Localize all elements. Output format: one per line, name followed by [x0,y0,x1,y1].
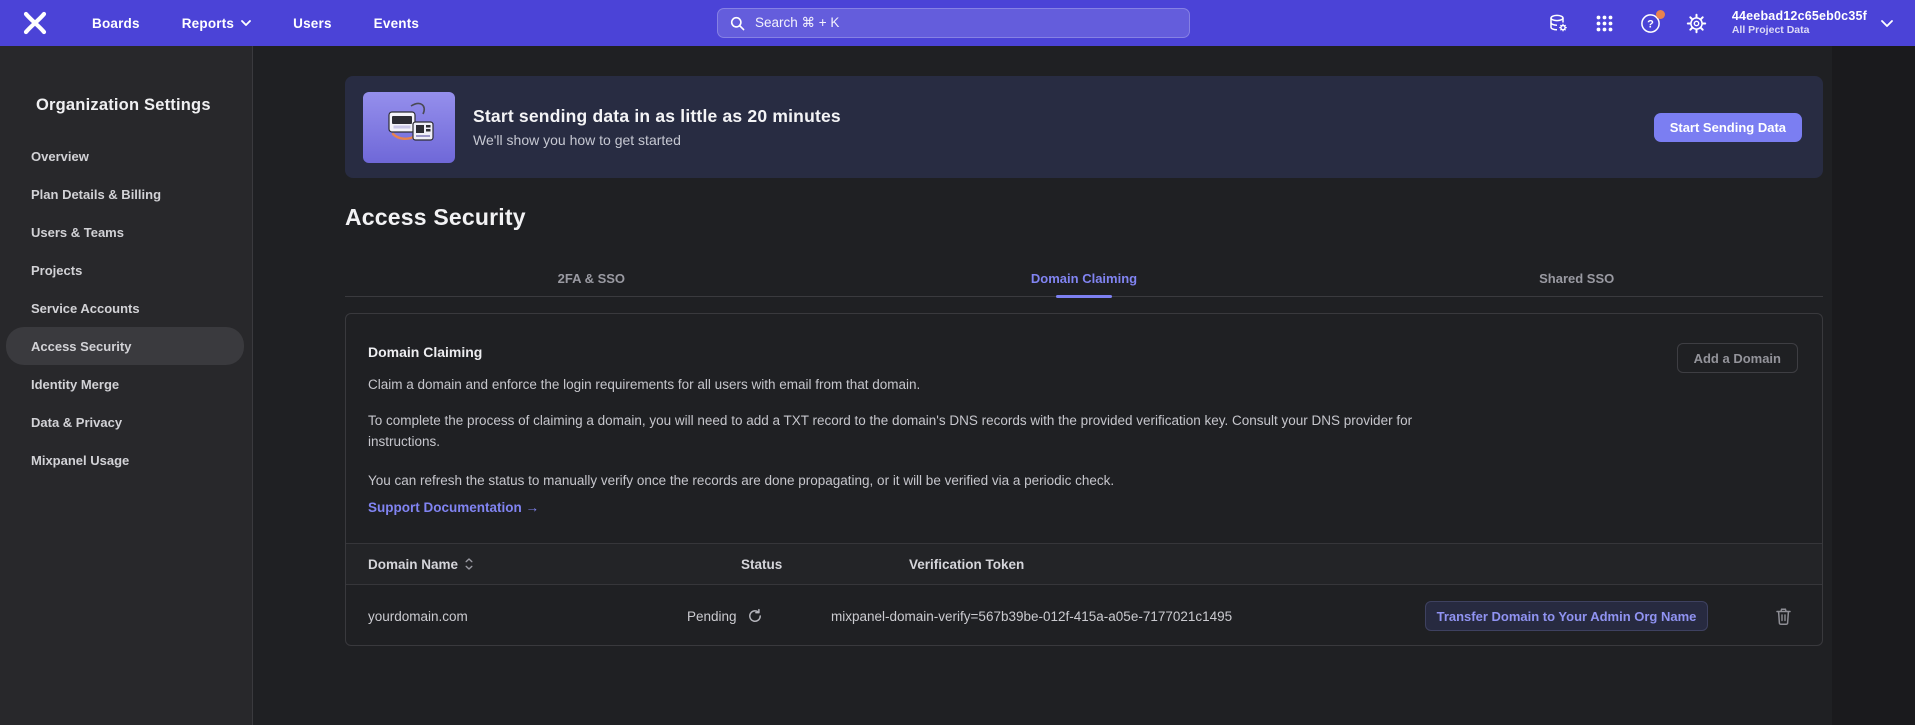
apps-grid-icon[interactable] [1594,12,1616,34]
page-title: Access Security [345,204,526,231]
sidebar-item-projects[interactable]: Projects [0,251,252,289]
delete-domain-button[interactable] [1771,604,1795,628]
gear-icon[interactable] [1686,12,1708,34]
tab-shared-sso[interactable]: Shared SSO [1330,260,1823,296]
sidebar-item-access-security[interactable]: Access Security [6,327,244,365]
nav-item-users[interactable]: Users [293,16,332,31]
chevron-down-icon [1881,20,1893,27]
transfer-domain-button[interactable]: Transfer Domain to Your Admin Org Name [1425,601,1708,631]
sidebar: Organization Settings Overview Plan Deta… [0,46,253,725]
trash-icon [1775,607,1792,626]
table-row: yourdomain.com Pending mixpanel-domain-v… [346,585,1822,647]
help-icon[interactable]: ? [1640,12,1662,34]
notification-dot [1656,10,1665,19]
add-domain-button[interactable]: Add a Domain [1677,343,1798,373]
status-cell: Pending [687,585,763,647]
tab-domain-claiming[interactable]: Domain Claiming [838,260,1331,296]
column-header-status: Status [741,544,782,584]
org-id: 44eebad12c65eb0c35f [1732,9,1867,25]
sidebar-item-plan-details-billing[interactable]: Plan Details & Billing [0,175,252,213]
panel-description-2: To complete the process of claiming a do… [368,410,1428,452]
panel-description-3: You can refresh the status to manually v… [368,470,1114,491]
onboarding-banner: Start sending data in as little as 20 mi… [345,76,1823,178]
sidebar-item-service-accounts[interactable]: Service Accounts [0,289,252,327]
sidebar-item-overview[interactable]: Overview [0,137,252,175]
active-tab-indicator [1056,295,1112,298]
nav-item-events[interactable]: Events [374,16,419,31]
account-menu[interactable]: 44eebad12c65eb0c35f All Project Data [1732,9,1893,38]
column-header-domain-name[interactable]: Domain Name [368,544,473,584]
banner-title: Start sending data in as little as 20 mi… [473,106,841,127]
support-documentation-link[interactable]: Support Documentation → [368,500,539,515]
nav-item-reports[interactable]: Reports [182,16,251,31]
search-icon [730,16,745,31]
sort-icon [465,558,473,570]
search-input[interactable]: Search ⌘ + K [717,8,1190,38]
main-content: Start sending data in as little as 20 mi… [253,46,1915,725]
svg-text:?: ? [1647,18,1654,30]
refresh-icon[interactable] [747,608,763,624]
mixpanel-logo-icon[interactable] [20,8,50,38]
banner-subtitle: We'll show you how to get started [473,132,841,148]
sidebar-item-data-privacy[interactable]: Data & Privacy [0,403,252,441]
search-placeholder: Search ⌘ + K [755,15,839,31]
tab-bar: 2FA & SSO Domain Claiming Shared SSO [345,260,1823,297]
panel-description-1: Claim a domain and enforce the login req… [368,374,920,395]
domain-claiming-panel: Domain Claiming Add a Domain Claim a dom… [345,313,1823,646]
database-gear-icon[interactable] [1548,12,1570,34]
tab-2fa-sso[interactable]: 2FA & SSO [345,260,838,296]
start-sending-data-button[interactable]: Start Sending Data [1654,113,1802,142]
domain-name-cell: yourdomain.com [368,585,468,647]
panel-title: Domain Claiming [368,344,482,360]
status-text: Pending [687,609,737,624]
verification-token-cell: mixpanel-domain-verify=567b39be-012f-415… [831,585,1232,647]
sidebar-title: Organization Settings [36,96,252,115]
sidebar-item-identity-merge[interactable]: Identity Merge [0,365,252,403]
sidebar-item-mixpanel-usage[interactable]: Mixpanel Usage [0,441,252,479]
org-project-label: All Project Data [1732,24,1867,37]
sidebar-item-users-teams[interactable]: Users & Teams [0,213,252,251]
chevron-down-icon [241,20,251,26]
nav-item-boards[interactable]: Boards [92,16,140,31]
content-right-gutter [1832,46,1915,725]
table-header-row: Domain Name Status Verification Token [346,543,1822,585]
top-nav: Boards Reports Users Events Search ⌘ + K [0,0,1915,46]
column-header-verification-token: Verification Token [909,544,1024,584]
banner-illustration [363,92,455,163]
